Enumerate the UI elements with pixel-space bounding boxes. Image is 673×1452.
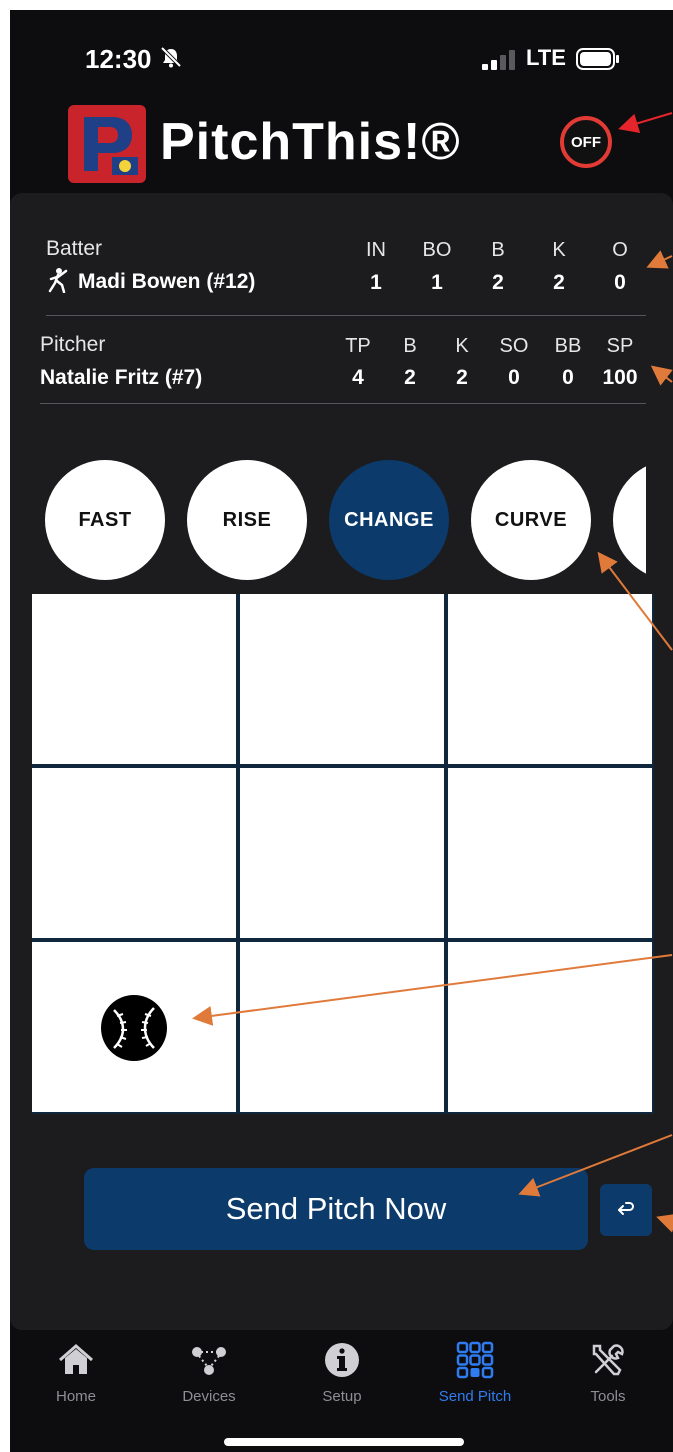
keypad-icon bbox=[456, 1341, 494, 1379]
pitcher-stat-header: SO bbox=[499, 335, 529, 357]
tab-setup[interactable]: Setup bbox=[287, 1340, 397, 1405]
batter-label: Batter bbox=[46, 237, 103, 260]
zone-cell[interactable] bbox=[32, 768, 236, 938]
pitcher-stat-header: SP bbox=[606, 335, 634, 357]
zone-cell[interactable] bbox=[240, 768, 444, 938]
tab-home[interactable]: Home bbox=[21, 1340, 131, 1405]
batter-stat-header: B bbox=[491, 239, 505, 261]
pitcher-stat-header: B bbox=[403, 335, 417, 357]
batter-stat-header: O bbox=[612, 239, 628, 261]
pitch-button-change[interactable]: CHANGE bbox=[329, 460, 449, 580]
batter-stat-header: BO bbox=[422, 239, 452, 261]
tab-send-pitch[interactable]: Send Pitch bbox=[420, 1340, 530, 1405]
tab-bar: Home Devices Setup Send Pitch Tools bbox=[10, 1332, 673, 1452]
battery-icon bbox=[576, 48, 619, 70]
pitcher-stat-value: 4 bbox=[352, 366, 364, 389]
bell-muted-icon bbox=[160, 46, 182, 68]
tab-label: Tools bbox=[590, 1388, 626, 1405]
strike-zone-grid bbox=[32, 594, 654, 1114]
batter-stat-value: 0 bbox=[614, 271, 626, 294]
pitcher-label: Pitcher bbox=[40, 333, 106, 356]
app-title: PitchThis!® bbox=[160, 113, 461, 171]
zone-cell[interactable] bbox=[32, 942, 236, 1112]
info-icon bbox=[325, 1343, 359, 1377]
tab-label: Setup bbox=[322, 1388, 362, 1405]
batter-name: Madi Bowen (#12) bbox=[78, 270, 256, 293]
send-pitch-button[interactable]: Send Pitch Now bbox=[84, 1168, 588, 1250]
batter-stat-value: 2 bbox=[553, 271, 565, 294]
pitcher-stat-header: K bbox=[455, 335, 469, 357]
pitcher-stat-header: TP bbox=[345, 335, 371, 357]
zone-cell[interactable] bbox=[32, 594, 236, 764]
batter-stat-value: 1 bbox=[431, 271, 443, 294]
undo-button[interactable] bbox=[600, 1184, 652, 1236]
batter-icon bbox=[48, 268, 68, 293]
zone-cell[interactable] bbox=[448, 768, 652, 938]
tools-icon bbox=[592, 1344, 624, 1376]
softball-icon bbox=[101, 995, 167, 1061]
status-time: 12:30 bbox=[85, 44, 152, 74]
home-indicator bbox=[224, 1438, 464, 1446]
divider bbox=[40, 403, 646, 404]
pitcher-stat-value: 0 bbox=[508, 366, 520, 389]
pitch-type-selector: FAST RISE CHANGE CURVE bbox=[10, 456, 646, 586]
zone-cell[interactable] bbox=[448, 594, 652, 764]
pitcher-stat-value: 0 bbox=[562, 366, 574, 389]
tab-devices[interactable]: Devices bbox=[154, 1340, 264, 1405]
zone-cell[interactable] bbox=[448, 942, 652, 1112]
pitcher-name: Natalie Fritz (#7) bbox=[40, 366, 203, 389]
phone-screen: 12:30 LTE PitchThis!® OFF Batter Madi Bo… bbox=[10, 10, 673, 1452]
status-bar: 12:30 LTE bbox=[10, 10, 673, 105]
pitch-button-curve[interactable]: CURVE bbox=[471, 460, 591, 580]
batter-stat-header: IN bbox=[366, 239, 386, 261]
zone-cell[interactable] bbox=[240, 594, 444, 764]
signal-icon bbox=[482, 50, 515, 70]
home-icon bbox=[59, 1344, 93, 1374]
tab-label: Home bbox=[55, 1388, 96, 1405]
app-logo-icon bbox=[68, 105, 146, 183]
zone-cell[interactable] bbox=[240, 942, 444, 1112]
pitcher-stat-value: 100 bbox=[602, 366, 638, 389]
pitcher-stat-header: BB bbox=[554, 335, 582, 357]
divider bbox=[46, 315, 646, 316]
pitch-button-fast[interactable]: FAST bbox=[45, 460, 165, 580]
undo-icon bbox=[618, 1202, 635, 1215]
tab-label: Send Pitch bbox=[438, 1388, 512, 1405]
tab-tools[interactable]: Tools bbox=[553, 1340, 663, 1405]
tab-label: Devices bbox=[182, 1388, 236, 1405]
batter-stat-header: K bbox=[552, 239, 566, 261]
devices-icon bbox=[192, 1347, 226, 1375]
power-toggle-button[interactable]: OFF bbox=[560, 116, 612, 168]
batter-stat-value: 1 bbox=[370, 271, 382, 294]
pitcher-stat-value: 2 bbox=[456, 366, 468, 389]
pitcher-stat-value: 2 bbox=[404, 366, 416, 389]
batter-stat-value: 2 bbox=[492, 271, 504, 294]
pitch-button-rise[interactable]: RISE bbox=[187, 460, 307, 580]
network-label: LTE bbox=[526, 45, 566, 70]
pitch-button-next[interactable] bbox=[613, 460, 646, 580]
